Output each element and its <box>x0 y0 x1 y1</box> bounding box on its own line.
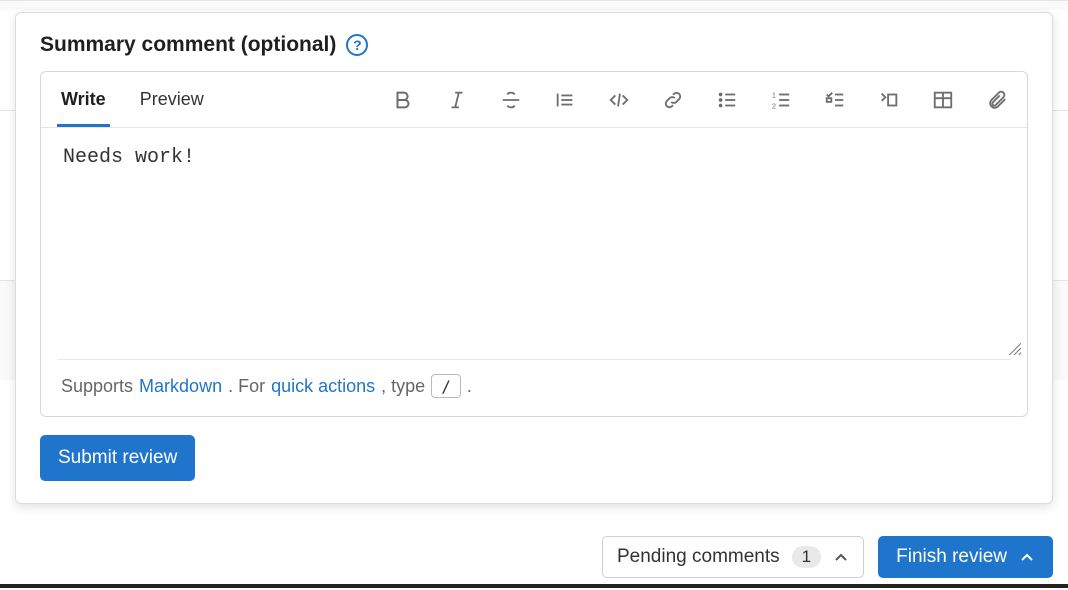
comment-editor: Write Preview 12 <box>40 71 1028 417</box>
bulleted-list-icon[interactable] <box>713 86 741 114</box>
italic-icon[interactable] <box>443 86 471 114</box>
numbered-list-icon[interactable]: 12 <box>767 86 795 114</box>
code-icon[interactable] <box>605 86 633 114</box>
bottom-divider <box>0 584 1068 588</box>
chevron-up-icon <box>1019 549 1035 565</box>
tab-preview[interactable]: Preview <box>136 72 208 127</box>
panel-title: Summary comment (optional) <box>40 33 336 57</box>
chevron-up-icon <box>833 549 849 565</box>
tab-write[interactable]: Write <box>57 72 110 127</box>
editor-toolbar: 12 <box>389 86 1011 114</box>
slash-key-icon: / <box>431 374 461 398</box>
strike-icon[interactable] <box>497 86 525 114</box>
summary-comment-panel: Summary comment (optional) ? Write Previ… <box>15 12 1053 504</box>
collapse-section-icon[interactable] <box>875 86 903 114</box>
markdown-link[interactable]: Markdown <box>139 376 222 397</box>
finish-review-label: Finish review <box>896 546 1007 568</box>
task-list-icon[interactable] <box>821 86 849 114</box>
resize-handle-icon[interactable] <box>41 341 1027 355</box>
svg-text:1: 1 <box>772 90 776 99</box>
submit-review-button[interactable]: Submit review <box>40 435 195 481</box>
help-icon[interactable]: ? <box>346 34 368 56</box>
svg-text:2: 2 <box>772 101 776 110</box>
attach-file-icon[interactable] <box>983 86 1011 114</box>
quick-actions-link[interactable]: quick actions <box>271 376 375 397</box>
editor-footer: Supports Markdown . For quick actions , … <box>41 360 1027 416</box>
quote-icon[interactable] <box>551 86 579 114</box>
link-icon[interactable] <box>659 86 687 114</box>
pending-count-badge: 1 <box>792 546 821 568</box>
finish-review-button[interactable]: Finish review <box>878 536 1053 578</box>
bold-icon[interactable] <box>389 86 417 114</box>
supports-label: Supports <box>61 376 133 397</box>
type-label: , type <box>381 376 425 397</box>
period-label: . <box>467 376 472 397</box>
comment-textarea[interactable] <box>61 142 1007 322</box>
for-label: . For <box>228 376 265 397</box>
pending-comments-label: Pending comments <box>617 546 780 568</box>
table-icon[interactable] <box>929 86 957 114</box>
pending-comments-button[interactable]: Pending comments 1 <box>602 536 864 578</box>
